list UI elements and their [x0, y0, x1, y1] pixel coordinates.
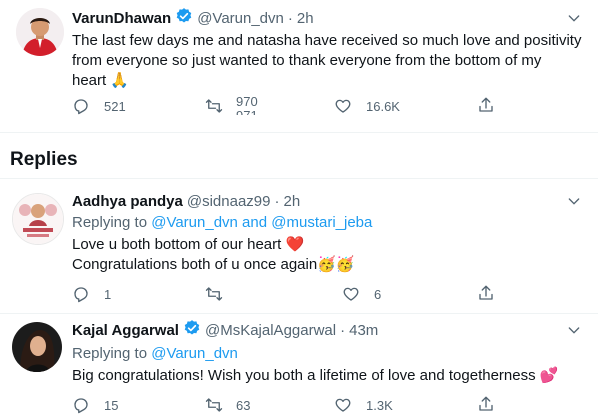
- reply-text-line: Love u both bottom of our heart ❤️: [72, 236, 305, 253]
- share-button[interactable]: [477, 96, 495, 114]
- main-tweet-text: The last few days me and natasha have re…: [72, 31, 592, 91]
- reply-text: Big congratulations! Wish you both a lif…: [72, 366, 592, 386]
- avatar-kajal[interactable]: [12, 322, 62, 372]
- like-button[interactable]: 16.6K: [334, 97, 400, 115]
- tweet-text-line: from everyone so just wanted to thank ev…: [72, 52, 542, 69]
- verified-badge-icon: [183, 319, 201, 342]
- replying-to: Replying to @Varun_dvn: [72, 344, 238, 364]
- divider: [0, 313, 598, 314]
- reply-header: Aadhya pandya @sidnaaz99 · 2h: [72, 191, 300, 211]
- more-chevron-icon[interactable]: [566, 193, 582, 212]
- retweet-button[interactable]: [204, 285, 230, 303]
- avatar-image: [16, 8, 64, 56]
- replying-to-prefix: Replying to: [72, 345, 152, 362]
- tweet-time[interactable]: 2h: [297, 10, 314, 27]
- reply-text-line: Congratulations both of u once again🥳🥳: [72, 256, 355, 273]
- share-icon: [479, 285, 493, 300]
- reply-text-line: Big congratulations! Wish you both a lif…: [72, 367, 559, 384]
- author-name[interactable]: Aadhya pandya: [72, 193, 183, 210]
- avatar-varun[interactable]: [16, 8, 64, 56]
- like-button[interactable]: 1.3K: [334, 396, 393, 414]
- share-button[interactable]: [477, 395, 495, 413]
- like-count: 16.6K: [366, 98, 400, 114]
- divider: [0, 178, 598, 179]
- tweet-text-line: The last few days me and natasha have re…: [72, 32, 582, 49]
- avatar-aadhya[interactable]: [12, 193, 64, 245]
- like-count: 1.3K: [366, 397, 393, 413]
- heart-icon: [335, 99, 351, 113]
- author-name[interactable]: Kajal Aggarwal: [72, 322, 179, 339]
- author-handle[interactable]: @MsKajalAggarwal: [205, 322, 336, 339]
- author-handle[interactable]: @Varun_dvn: [197, 10, 284, 27]
- author-name[interactable]: VarunDhawan: [72, 10, 171, 27]
- reply-icon: [74, 99, 88, 115]
- avatar-image: [12, 322, 62, 372]
- share-icon: [479, 97, 493, 112]
- replying-to-handles[interactable]: @Varun_dvn and @mustari_jeba: [151, 214, 372, 231]
- reply-count: 521: [104, 98, 126, 114]
- retweet-icon: [205, 99, 223, 113]
- tweet-text-line: heart 🙏: [72, 72, 130, 89]
- reply-header: Kajal Aggarwal @MsKajalAggarwal · 43m: [72, 319, 378, 342]
- retweet-button[interactable]: 970 971: [204, 97, 266, 115]
- tweet-time[interactable]: 2h: [284, 193, 301, 210]
- like-count: 6: [374, 286, 382, 302]
- avatar-image: [13, 194, 63, 244]
- separator-dot: ·: [340, 321, 346, 339]
- reply-button[interactable]: 15: [72, 396, 118, 414]
- verified-badge-icon: [175, 7, 193, 30]
- reply-count: 1: [104, 286, 112, 302]
- author-handle[interactable]: @sidnaaz99: [187, 193, 271, 210]
- reply-count: 15: [104, 397, 119, 413]
- divider: [0, 132, 598, 133]
- reply-icon: [74, 287, 88, 303]
- retweet-icon: [205, 287, 223, 301]
- retweet-button[interactable]: 63: [204, 396, 250, 414]
- heart-icon: [343, 287, 359, 301]
- separator-dot: ·: [287, 9, 293, 27]
- replying-to: Replying to @Varun_dvn and @mustari_jeba: [72, 213, 372, 233]
- more-chevron-icon[interactable]: [566, 322, 582, 341]
- reply-icon: [74, 398, 88, 414]
- tweet-time[interactable]: 43m: [349, 322, 378, 339]
- more-chevron-icon[interactable]: [566, 10, 582, 29]
- separator-dot: ·: [274, 192, 280, 210]
- reply-text: Love u both bottom of our heart ❤️ Congr…: [72, 235, 592, 275]
- replying-to-prefix: Replying to: [72, 214, 152, 231]
- retweet-icon: [205, 398, 223, 412]
- heart-icon: [335, 398, 351, 412]
- retweet-count-next: 971: [236, 108, 258, 115]
- replies-heading: Replies: [10, 149, 78, 170]
- like-button[interactable]: 6: [342, 285, 381, 303]
- share-icon: [479, 396, 493, 411]
- main-tweet-header: VarunDhawan @Varun_dvn · 2h: [72, 7, 314, 30]
- retweet-count: 63: [236, 397, 251, 413]
- replying-to-handles[interactable]: @Varun_dvn: [151, 345, 238, 362]
- reply-button[interactable]: 521: [72, 97, 126, 115]
- reply-button[interactable]: 1: [72, 285, 111, 303]
- share-button[interactable]: [477, 284, 495, 302]
